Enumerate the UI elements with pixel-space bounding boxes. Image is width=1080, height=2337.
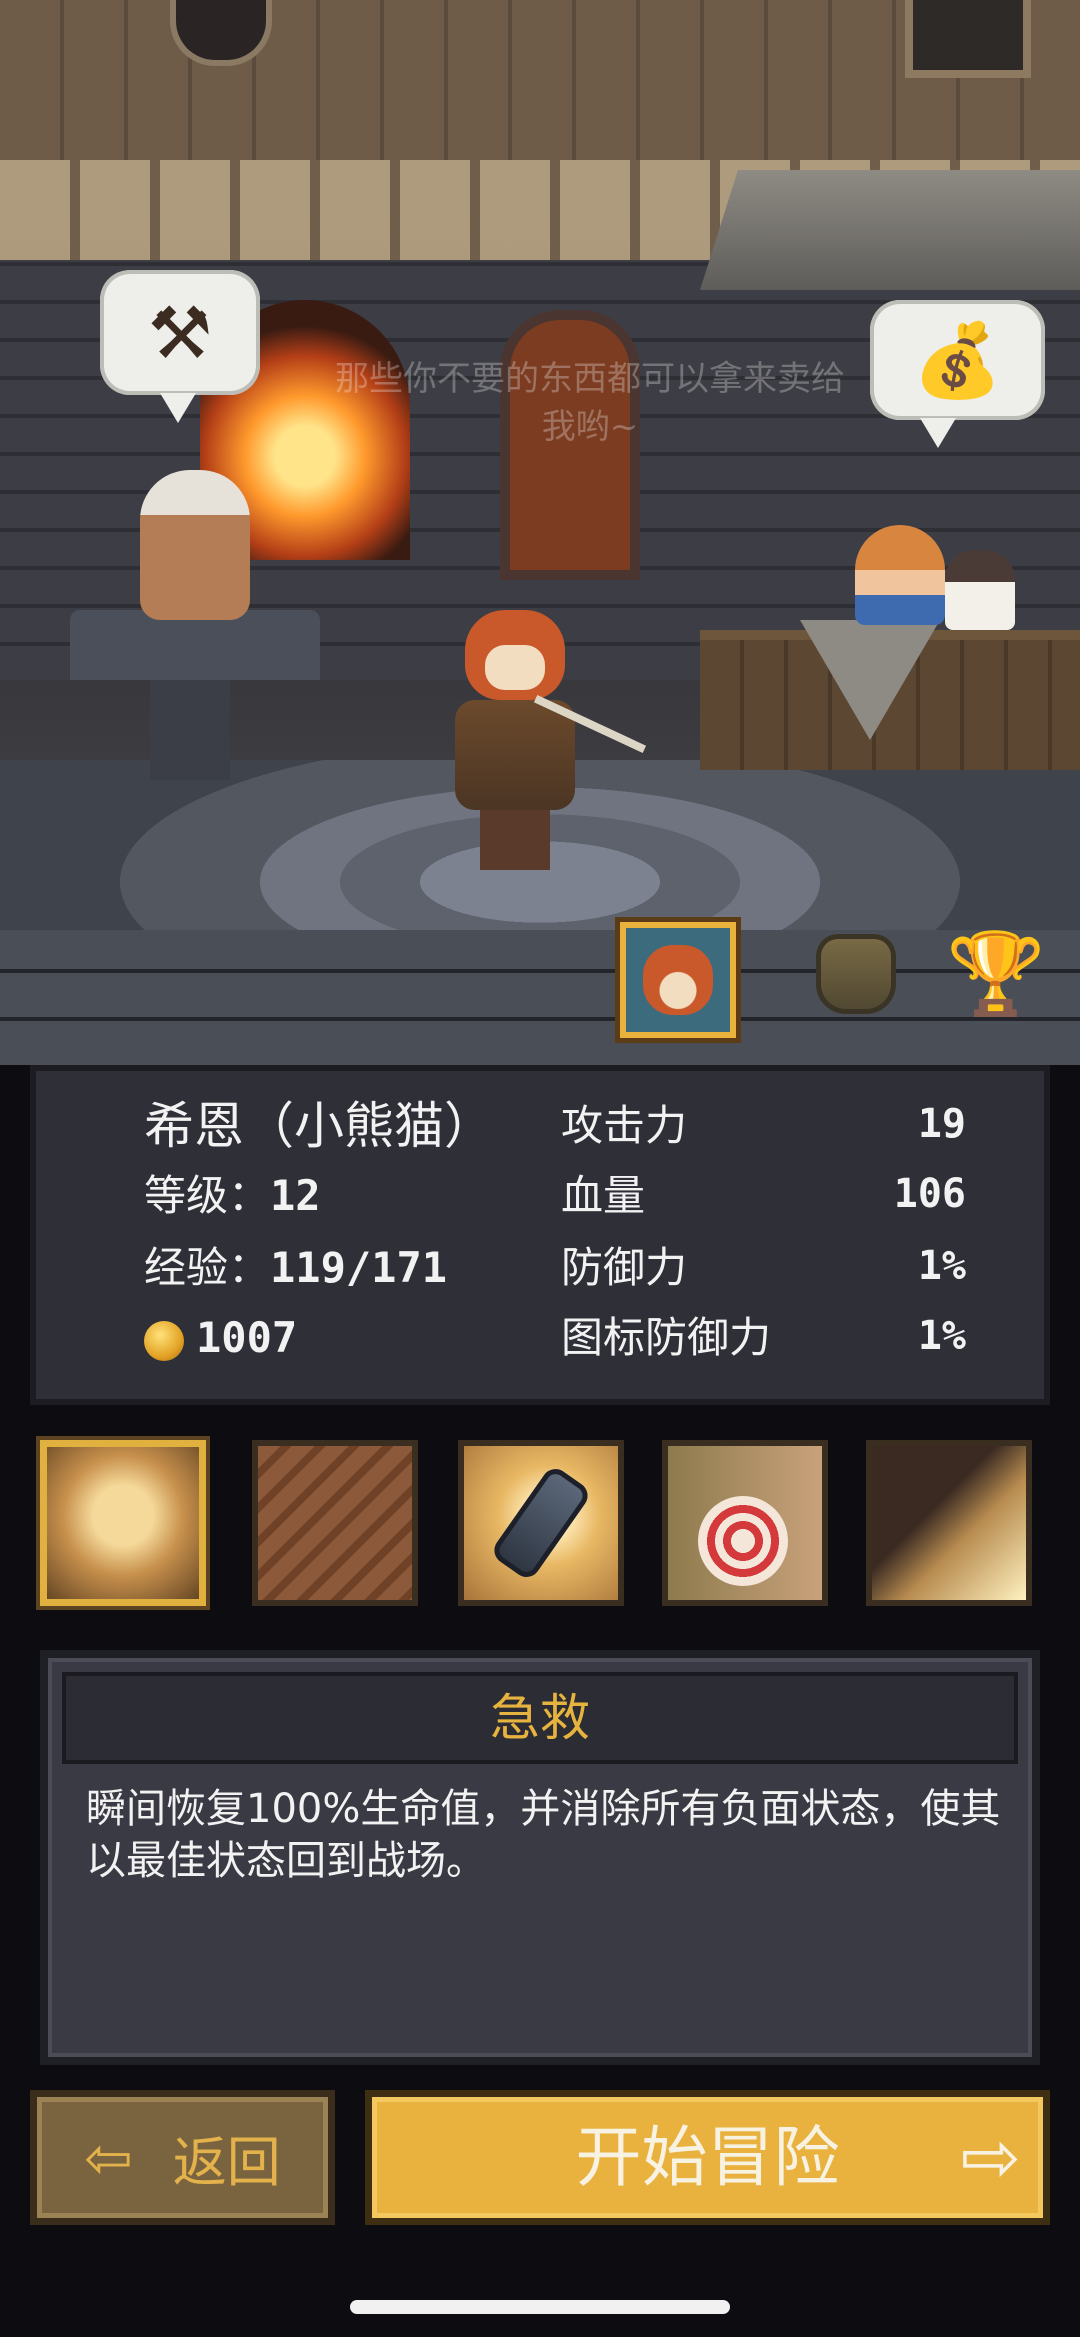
roof-window bbox=[905, 0, 1031, 78]
red-panda-portrait-icon bbox=[643, 945, 713, 1015]
gold-row: 1007 bbox=[144, 1313, 297, 1363]
inventory-tab[interactable] bbox=[800, 918, 912, 1030]
gold-value: 1007 bbox=[196, 1313, 298, 1362]
hero-face bbox=[485, 645, 545, 690]
skill-slot-first-aid[interactable] bbox=[36, 1436, 210, 1610]
anvil-base bbox=[150, 680, 230, 780]
skill-slot-potion[interactable] bbox=[458, 1440, 624, 1606]
exp-label: 经验： bbox=[144, 1243, 271, 1292]
stone-steps bbox=[0, 930, 1080, 1065]
exit-left-icon: ⇦ bbox=[84, 2123, 133, 2192]
skill-slot-target[interactable] bbox=[662, 1440, 828, 1606]
exp-value: 119/171 bbox=[270, 1243, 448, 1292]
merchant-speech-bubble[interactable]: 💰 bbox=[870, 300, 1045, 448]
arrows-skill-icon bbox=[872, 1446, 1026, 1600]
achievements-tab[interactable]: 🏆 bbox=[940, 918, 1052, 1030]
shop-cat bbox=[945, 550, 1015, 630]
gold-coin-icon bbox=[144, 1320, 184, 1361]
back-button[interactable]: ⇦ 返回 bbox=[30, 2090, 335, 2225]
faded-npc-dialog: 那些你不要的东西都可以拿来卖给我哟~ bbox=[335, 359, 845, 447]
blacksmith-shop-scene: ⚒ 💰 那些你不要的东西都可以拿来卖给我哟~ 🏆 bbox=[0, 0, 1080, 1065]
attack-value: 19 bbox=[917, 1101, 966, 1147]
target-skill-icon bbox=[698, 1496, 788, 1586]
exp-row: 经验：119/171 bbox=[144, 1243, 447, 1293]
shop-awning bbox=[700, 170, 1080, 290]
skill-description-panel: 急救 瞬间恢复100%生命值，并消除所有负面状态，使其以最佳状态回到战场。 bbox=[40, 1650, 1040, 2065]
hero-legs bbox=[480, 810, 550, 870]
hero-body bbox=[455, 700, 575, 810]
defense-value: 1% bbox=[917, 1243, 966, 1289]
hammer-icon: ⚒ bbox=[147, 290, 213, 375]
anvil bbox=[70, 610, 320, 680]
home-indicator[interactable] bbox=[350, 2300, 730, 2314]
hp-label: 血量 bbox=[561, 1171, 646, 1220]
hp-value: 106 bbox=[893, 1171, 966, 1217]
attack-label: 攻击力 bbox=[561, 1101, 688, 1150]
blacksmith-npc[interactable] bbox=[140, 470, 250, 620]
potion-skill-icon bbox=[464, 1446, 618, 1600]
trophy-icon: 🏆 bbox=[946, 927, 1046, 1020]
coin-bag-icon: 💰 bbox=[912, 317, 1003, 402]
icon-defense-label: 图标防御力 bbox=[561, 1313, 772, 1362]
skill-description: 瞬间恢复100%生命值，并消除所有负面状态，使其以最佳状态回到战场。 bbox=[86, 1786, 1001, 1884]
skill-title: 急救 bbox=[62, 1672, 1018, 1764]
armor-skill-icon bbox=[258, 1446, 412, 1600]
first-aid-skill-icon bbox=[47, 1447, 199, 1599]
level-label: 等级： bbox=[144, 1171, 271, 1220]
character-name: 希恩（小熊猫） bbox=[144, 1097, 494, 1155]
merchant-npc[interactable] bbox=[855, 525, 945, 625]
defense-label: 防御力 bbox=[561, 1243, 688, 1292]
start-button-label: 开始冒险 bbox=[575, 2119, 840, 2196]
hero-portrait-tab[interactable] bbox=[615, 917, 741, 1043]
icon-defense-value: 1% bbox=[917, 1313, 966, 1359]
hero-red-panda bbox=[440, 590, 647, 870]
bag-icon bbox=[816, 934, 896, 1014]
blacksmith-speech-bubble[interactable]: ⚒ bbox=[100, 270, 260, 423]
skill-slot-armor[interactable] bbox=[252, 1440, 418, 1606]
skill-slot-arrows[interactable] bbox=[866, 1440, 1032, 1606]
level-row: 等级：12 bbox=[144, 1171, 321, 1221]
start-adventure-button[interactable]: 开始冒险 ⇨ bbox=[365, 2090, 1050, 2225]
exit-right-icon: ⇨ bbox=[960, 2115, 1021, 2199]
level-value: 12 bbox=[270, 1171, 321, 1220]
character-stats-panel: 希恩（小熊猫） 等级：12 经验：119/171 1007 攻击力 19 血量 … bbox=[30, 1065, 1050, 1405]
back-button-label: 返回 bbox=[172, 2131, 281, 2194]
